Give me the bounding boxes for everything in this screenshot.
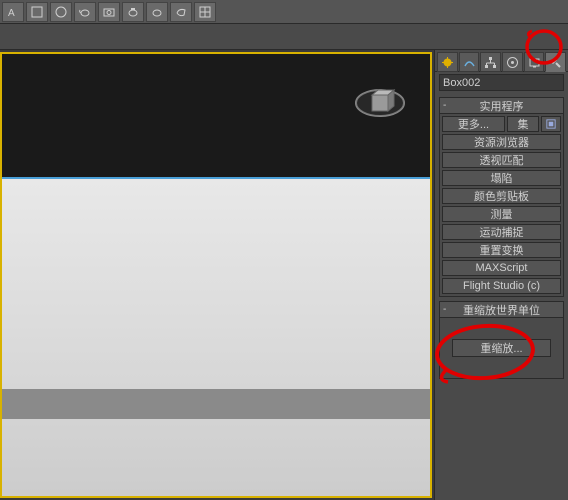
- toolbar-spacer: [0, 24, 568, 50]
- tab-utilities[interactable]: [545, 52, 566, 72]
- rollout-rescale: - 重缩放世界单位 重缩放...: [439, 301, 564, 379]
- viewcube-icon[interactable]: [354, 82, 406, 124]
- sets-button[interactable]: 集: [507, 116, 539, 132]
- svg-text:A: A: [8, 8, 15, 19]
- tab-motion[interactable]: [502, 52, 523, 72]
- object-name-field: [439, 74, 564, 91]
- rollout-rescale-title: 重缩放世界单位: [463, 302, 540, 318]
- active-viewport[interactable]: [0, 52, 432, 498]
- rollout-utilities-header[interactable]: - 实用程序: [440, 98, 563, 114]
- toolbar-box-icon[interactable]: [26, 2, 48, 22]
- toolbar-text-icon[interactable]: A: [2, 2, 24, 22]
- utility-measure[interactable]: 测量: [442, 206, 561, 222]
- toolbar-sphere-icon[interactable]: [50, 2, 72, 22]
- toolbar-teapot2-icon[interactable]: [122, 2, 144, 22]
- collapse-icon: -: [443, 304, 446, 315]
- object-name-input[interactable]: [439, 74, 564, 91]
- viewport-container: [0, 50, 434, 500]
- utility-maxscript[interactable]: MAXScript: [442, 260, 561, 276]
- utility-flight-studio[interactable]: Flight Studio (c): [442, 278, 561, 294]
- toolbar-grid-icon[interactable]: [194, 2, 216, 22]
- utility-reset-xform[interactable]: 重置变换: [442, 242, 561, 258]
- utility-asset-browser[interactable]: 资源浏览器: [442, 134, 561, 150]
- tab-display[interactable]: [524, 52, 545, 72]
- utility-color-clipboard[interactable]: 颜色剪贴板: [442, 188, 561, 204]
- utility-collapse[interactable]: 塌陷: [442, 170, 561, 186]
- rollout-utilities-title: 实用程序: [480, 98, 524, 114]
- box-object[interactable]: [2, 179, 430, 496]
- command-panel-tabs: [435, 50, 568, 72]
- command-panel: - 实用程序 更多... 集 资源浏览器 透视匹配 塌陷 颜色剪贴板 测量 运动…: [434, 50, 568, 500]
- tab-hierarchy[interactable]: [480, 52, 501, 72]
- rollout-utilities: - 实用程序 更多... 集 资源浏览器 透视匹配 塌陷 颜色剪贴板 测量 运动…: [439, 97, 564, 297]
- box-shadow: [2, 389, 430, 419]
- utility-perspective-match[interactable]: 透视匹配: [442, 152, 561, 168]
- tab-create[interactable]: [437, 52, 458, 72]
- toolbar-teapot3-icon[interactable]: [146, 2, 168, 22]
- top-toolbar: A: [0, 0, 568, 24]
- collapse-icon: -: [443, 100, 446, 111]
- utility-motion-capture[interactable]: 运动捕捉: [442, 224, 561, 240]
- config-button[interactable]: [541, 116, 561, 132]
- rescale-button[interactable]: 重缩放...: [452, 339, 551, 357]
- toolbar-teapot4-icon[interactable]: [170, 2, 192, 22]
- toolbar-teapot-icon[interactable]: [74, 2, 96, 22]
- tab-modify[interactable]: [459, 52, 480, 72]
- rollout-rescale-header[interactable]: - 重缩放世界单位: [440, 302, 563, 318]
- toolbar-snapshot-icon[interactable]: [98, 2, 120, 22]
- more-button[interactable]: 更多...: [442, 116, 505, 132]
